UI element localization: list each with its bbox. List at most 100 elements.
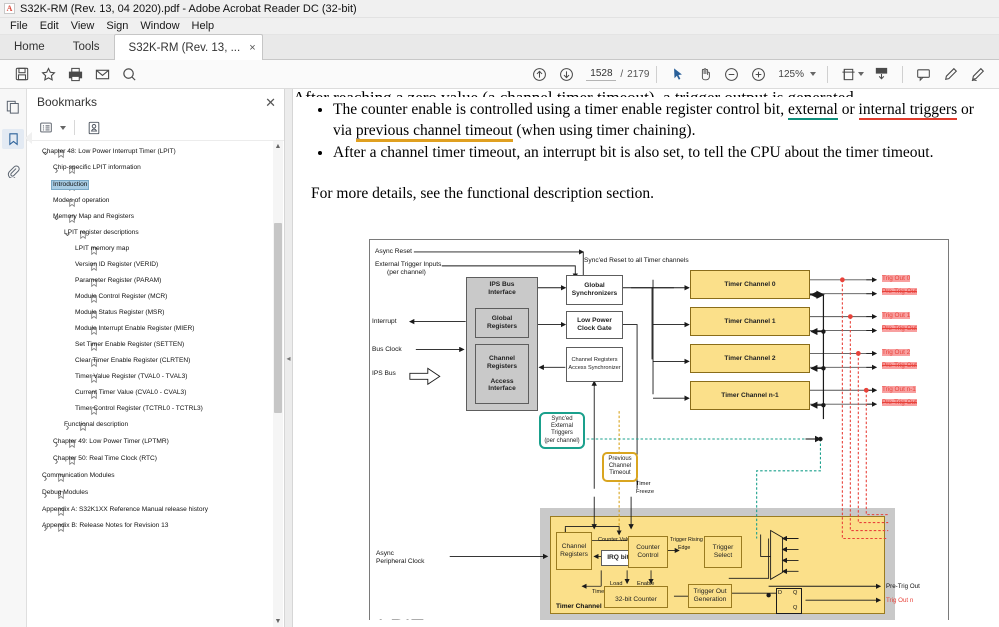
tab-home[interactable]: Home	[0, 34, 59, 59]
bookmark-item[interactable]: Version ID Register (VERID)	[29, 259, 272, 275]
bus-clock-label: Bus Clock	[372, 346, 402, 353]
bookmark-item[interactable]: Set Timer Enable Register (SETTEN)	[29, 339, 272, 355]
new-bookmark-icon[interactable]	[83, 118, 105, 138]
ext-trig-l1: External Trigger Inputs	[375, 261, 442, 268]
select-tool-icon[interactable]	[664, 62, 691, 87]
menu-help[interactable]: Help	[186, 19, 221, 33]
cc-l1: Counter	[636, 544, 660, 552]
scroll-mode-icon[interactable]	[868, 62, 895, 87]
page-number-input[interactable]	[586, 67, 617, 81]
bookmark-item[interactable]: Clear Timer Enable Register (CLRTEN)	[29, 355, 272, 371]
bookmark-item[interactable]: ⌄ Chapter 48: Low Power Interrupt Timer (…	[29, 146, 272, 162]
bookmarks-scrollbar-thumb[interactable]	[274, 223, 282, 413]
bookmark-item[interactable]: › Chapter 49: Low Power Timer (LPTMR)	[29, 436, 272, 453]
bookmark-item[interactable]: › Communication Modules	[29, 470, 272, 487]
menu-view[interactable]: View	[65, 19, 101, 33]
detail-trig-out-n-label: Trig Out n	[886, 597, 914, 604]
global-registers-block: Global Registers	[475, 308, 529, 338]
bookmark-label: Debug Modules	[42, 488, 89, 496]
page-navigation: / 2179	[586, 67, 649, 81]
pre-trig-out-n1-label: Pre-Trig Out	[882, 399, 917, 407]
bookmark-item[interactable]: › Functional description	[29, 419, 272, 436]
page-total: 2179	[627, 68, 650, 80]
ff-d-label: D	[778, 590, 783, 596]
highlight-previous-channel-timeout: previous channel timeout	[355, 122, 513, 142]
trig-out-2-text: Trig Out 2	[882, 349, 911, 356]
document-viewer[interactable]: After reaching a zero value (a channel t…	[293, 89, 999, 627]
bookmark-item[interactable]: ⌄ Memory Map and Registers	[29, 211, 272, 227]
access-interface-l1: Access	[490, 377, 514, 385]
zoom-in-icon[interactable]	[745, 62, 772, 87]
cc-l2: Control	[637, 552, 659, 559]
search-icon[interactable]	[116, 62, 143, 87]
close-icon[interactable]: ×	[249, 42, 255, 54]
bookmark-item[interactable]: › Chip-specific LPIT information	[29, 162, 272, 179]
bookmark-item[interactable]: Timer Value Register (TVAL0 - TVAL3)	[29, 371, 272, 387]
bookmarks-tree[interactable]: ⌄ Chapter 48: Low Power Interrupt Timer (…	[27, 141, 284, 627]
add-comment-icon[interactable]	[910, 62, 937, 87]
bookmarks-scrollbar[interactable]: ▲ ▼	[273, 141, 283, 627]
bookmark-options-chevron-down-icon[interactable]	[60, 125, 66, 130]
bookmark-item[interactable]: LPIT memory map	[29, 243, 272, 259]
bookmarks-panel-header: Bookmarks ✕	[27, 89, 284, 115]
bookmarks-icon[interactable]	[2, 129, 32, 149]
bookmark-item[interactable]: Parameter Register (PARAM)	[29, 275, 272, 291]
page-thumbnails-icon[interactable]	[2, 97, 24, 117]
scroll-up-arrow-icon[interactable]: ▲	[273, 141, 283, 152]
close-icon[interactable]: ✕	[265, 96, 276, 109]
bookmark-item[interactable]: › Appendix B: Release Notes for Revision …	[29, 520, 272, 537]
bookmark-item[interactable]: Module Control Register (MCR)	[29, 291, 272, 307]
bookmark-item[interactable]: Introduction	[29, 179, 272, 195]
draw-freeform-icon[interactable]	[964, 62, 991, 87]
timer-channel-1-block: Timer Channel 1	[690, 307, 810, 336]
zoom-out-icon[interactable]	[718, 62, 745, 87]
bookmark-item[interactable]: Appendix A: S32K1XX Reference Manual rel…	[29, 504, 272, 520]
bookmark-item[interactable]: Current Timer Value (CVAL0 - CVAL3)	[29, 387, 272, 403]
timer-channel-n1-block: Timer Channel n-1	[690, 381, 810, 410]
toolbar-page-group: / 2179	[526, 62, 649, 87]
panel-splitter[interactable]: ◂	[285, 89, 293, 627]
highlight-text-icon[interactable]	[937, 62, 964, 87]
hand-tool-icon[interactable]	[691, 62, 718, 87]
pct-l1: Previous	[608, 456, 632, 462]
next-page-icon[interactable]	[553, 62, 580, 87]
apc-l2: Peripheral Clock	[376, 558, 425, 565]
pre-trig-out-2-text: Pre-Trig Out	[882, 362, 917, 369]
scroll-down-arrow-icon[interactable]: ▼	[273, 616, 283, 627]
bookmark-label: Appendix A: S32K1XX Reference Manual rel…	[42, 505, 209, 513]
ips-bus-label: IPS Bus	[372, 370, 396, 377]
previous-page-icon[interactable]	[526, 62, 553, 87]
timer-channel-2-block: Timer Channel 2	[690, 344, 810, 373]
bookmark-item[interactable]: Modes of operation	[29, 195, 272, 211]
bookmark-item[interactable]: Module Status Register (MSR)	[29, 307, 272, 323]
bookmark-item[interactable]: Module Interrupt Enable Register (MIER)	[29, 323, 272, 339]
tab-tools[interactable]: Tools	[59, 34, 114, 59]
list-item: After a channel timer timeout, an interr…	[333, 142, 981, 163]
tab-document[interactable]: S32K-RM (Rev. 13, ... ×	[113, 34, 263, 60]
save-icon[interactable]	[8, 62, 35, 87]
email-icon[interactable]	[89, 62, 116, 87]
bookmark-label: Functional description	[64, 420, 129, 428]
menu-file[interactable]: File	[4, 19, 34, 33]
splitter-collapse-icon[interactable]: ◂	[286, 354, 290, 363]
menu-edit[interactable]: Edit	[34, 19, 65, 33]
detail-pre-trig-out-label: Pre-Trig Out	[886, 583, 920, 590]
trig-out-1-label: Trig Out 1	[882, 312, 911, 320]
tog-l1: Trigger Out	[693, 588, 727, 596]
bookmark-item[interactable]: Timer Control Register (TCTRL0 - TCTRL3)	[29, 403, 272, 419]
bookmark-item[interactable]: › Chapter 50: Real Time Clock (RTC)	[29, 453, 272, 470]
menu-sign[interactable]: Sign	[100, 19, 134, 33]
lpcg-l2: Clock Gate	[577, 325, 612, 332]
bookmark-item[interactable]: › Debug Modules	[29, 487, 272, 504]
pre-trig-out-1-text: Pre-Trig Out	[882, 325, 917, 332]
add-to-favorites-icon[interactable]	[35, 62, 62, 87]
menu-window[interactable]: Window	[134, 19, 185, 33]
tre-l1: Trigger Rising	[670, 537, 703, 543]
print-icon[interactable]	[62, 62, 89, 87]
apc-l1: Async	[376, 550, 394, 557]
bookmark-item[interactable]: ⌄ LPIT register descriptions	[29, 227, 272, 243]
bookmark-options-icon[interactable]	[35, 118, 57, 138]
page-fit-chevron-down-icon[interactable]	[858, 72, 864, 76]
attachments-icon[interactable]	[2, 161, 24, 181]
zoom-level-dropdown[interactable]: 125%	[774, 67, 820, 82]
